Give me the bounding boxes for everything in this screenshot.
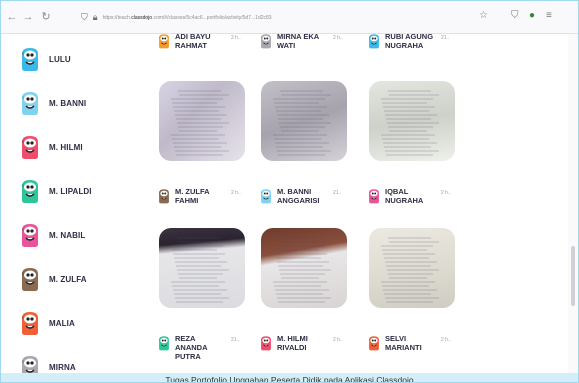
submission-time: 2 h.. bbox=[441, 337, 451, 343]
author-name: SELVI MARIANTI bbox=[385, 334, 422, 352]
portfolio-grid: ADI BAYU RAHMAT 2 h.. MIRNA EKA WATI 2 h.. R… bbox=[121, 34, 561, 374]
portfolio-photo[interactable] bbox=[261, 228, 347, 308]
browser-toolbar: ← → ↻ ⛉ 🔒︎ https://teach.classdojo.com/#… bbox=[1, 1, 578, 34]
monster-avatar-icon bbox=[159, 336, 169, 351]
menu-icon[interactable]: ≡ bbox=[546, 10, 552, 21]
author-name: M. HILMI RIVALDI bbox=[277, 334, 308, 352]
submission-author[interactable]: M. HILMI RIVALDI 2 h.. bbox=[259, 334, 343, 352]
submission-time: 2 h.. bbox=[333, 337, 343, 343]
handwriting-lines bbox=[273, 90, 331, 156]
monster-avatar-icon bbox=[369, 336, 379, 351]
student-name: M. LIPALDI bbox=[49, 186, 92, 196]
shield-icon: ⛉ bbox=[81, 12, 88, 22]
handwriting-lines bbox=[381, 90, 439, 156]
monster-avatar-icon bbox=[22, 224, 38, 247]
student-name: M. ZULFA bbox=[49, 274, 87, 284]
handwriting-lines bbox=[171, 90, 229, 156]
monster-avatar-icon bbox=[369, 34, 379, 49]
sidebar-student-item[interactable]: M. HILMI bbox=[19, 130, 83, 164]
monster-avatar-icon bbox=[22, 92, 38, 115]
monster-avatar-icon bbox=[159, 34, 169, 49]
monster-avatar-icon bbox=[22, 268, 38, 291]
student-sidebar: LULU M. BANNI M. HILMI M. LIPALDI M. NABIL M.… bbox=[1, 34, 121, 374]
monster-avatar-icon bbox=[22, 48, 38, 71]
scrollbar[interactable] bbox=[568, 34, 578, 374]
submission-time: 21.. bbox=[231, 337, 240, 343]
pocket-icon[interactable]: ⛉ bbox=[511, 10, 519, 21]
sidebar-student-item[interactable]: M. BANNI bbox=[19, 86, 86, 120]
submission-time: 2 h.. bbox=[333, 35, 343, 41]
extension-icon[interactable]: ● bbox=[529, 10, 535, 21]
forward-arrow-icon[interactable]: → bbox=[21, 11, 35, 23]
student-name: MIRNA bbox=[49, 362, 76, 372]
student-name: MALIA bbox=[49, 318, 75, 328]
monster-avatar-icon bbox=[22, 136, 38, 159]
portfolio-photo[interactable] bbox=[369, 228, 455, 308]
figure-caption: Tugas Portofolio Unggahan Peserta Didik … bbox=[1, 373, 578, 382]
student-name: M. NABIL bbox=[49, 230, 86, 240]
submission-author[interactable]: SELVI MARIANTI 2 h.. bbox=[367, 334, 451, 352]
portfolio-photo[interactable] bbox=[159, 228, 245, 308]
submission-author[interactable]: M. BANNI ANGGARISI 21.. bbox=[259, 187, 341, 205]
author-name: RUBI AGUNG NUGRAHA bbox=[385, 34, 434, 50]
student-name: LULU bbox=[49, 54, 71, 64]
url-text: https://teach.classdojo.com/#/classes/5c… bbox=[102, 14, 272, 21]
reload-icon[interactable]: ↻ bbox=[39, 10, 53, 23]
monster-avatar-icon bbox=[22, 312, 38, 335]
monster-avatar-icon bbox=[261, 336, 271, 351]
bookmark-star-icon[interactable]: ☆ bbox=[479, 10, 488, 21]
portfolio-photo[interactable] bbox=[261, 81, 347, 161]
sidebar-student-item[interactable]: M. LIPALDI bbox=[19, 174, 92, 208]
submission-author[interactable]: M. ZULFA FAHMI 2 h.. bbox=[157, 187, 241, 205]
submission-author[interactable]: REZA ANANDA PUTRA 21.. bbox=[157, 334, 239, 361]
author-name: M. ZULFA FAHMI bbox=[175, 187, 210, 205]
sidebar-student-item[interactable]: LULU bbox=[19, 42, 71, 76]
student-name: M. BANNI bbox=[49, 98, 87, 108]
sidebar-student-item[interactable]: MIRNA bbox=[19, 350, 76, 374]
submission-time: 2 h.. bbox=[231, 35, 241, 41]
monster-avatar-icon bbox=[22, 180, 38, 203]
student-name: M. HILMI bbox=[49, 142, 83, 152]
monster-avatar-icon bbox=[159, 189, 169, 204]
submission-author[interactable]: IQBAL NUGRAHA 2 h.. bbox=[367, 187, 451, 205]
submission-time: 21.. bbox=[441, 35, 450, 41]
scrollbar-thumb[interactable] bbox=[571, 246, 575, 306]
portfolio-photo[interactable] bbox=[369, 81, 455, 161]
sidebar-student-item[interactable]: MALIA bbox=[19, 306, 75, 340]
submission-time: 21.. bbox=[333, 190, 342, 196]
portfolio-photo[interactable] bbox=[159, 81, 245, 161]
sidebar-student-item[interactable]: M. NABIL bbox=[19, 218, 85, 252]
handwriting-lines bbox=[273, 237, 331, 303]
author-name: IQBAL NUGRAHA bbox=[385, 187, 424, 205]
author-name: M. BANNI ANGGARISI bbox=[277, 187, 320, 205]
screenshot-frame: ← → ↻ ⛉ 🔒︎ https://teach.classdojo.com/#… bbox=[0, 0, 579, 383]
handwriting-lines bbox=[381, 237, 439, 303]
submission-author[interactable]: MIRNA EKA WATI 2 h.. bbox=[259, 34, 343, 50]
author-name: ADI BAYU RAHMAT bbox=[175, 34, 211, 50]
lock-icon: 🔒︎ bbox=[92, 12, 98, 22]
sidebar-student-item[interactable]: M. ZULFA bbox=[19, 262, 87, 296]
url-bar[interactable]: ⛉ 🔒︎ https://teach.classdojo.com/#/class… bbox=[81, 9, 501, 26]
monster-avatar-icon bbox=[369, 189, 379, 204]
author-name: MIRNA EKA WATI bbox=[277, 34, 319, 50]
submission-time: 2 h.. bbox=[441, 190, 451, 196]
monster-avatar-icon bbox=[261, 189, 271, 204]
monster-avatar-icon bbox=[22, 356, 38, 374]
author-name: REZA ANANDA PUTRA bbox=[175, 334, 208, 361]
submission-author[interactable]: RUBI AGUNG NUGRAHA 21.. bbox=[367, 34, 449, 50]
monster-avatar-icon bbox=[261, 34, 271, 49]
submission-time: 2 h.. bbox=[231, 190, 241, 196]
submission-author[interactable]: ADI BAYU RAHMAT 2 h.. bbox=[157, 34, 241, 50]
handwriting-lines bbox=[171, 237, 229, 303]
back-arrow-icon[interactable]: ← bbox=[5, 11, 19, 23]
